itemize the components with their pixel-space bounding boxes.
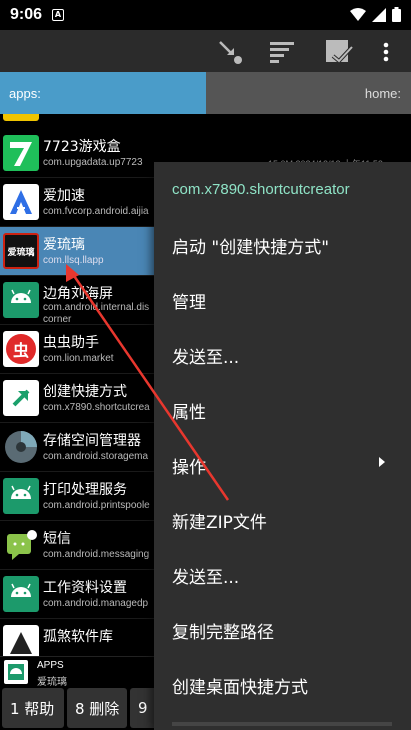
menu-item-label: 操作 (172, 458, 206, 478)
sort-icon[interactable] (268, 38, 296, 66)
app-name: 边角刘海屏 (43, 286, 113, 302)
path-home[interactable]: home: (365, 86, 401, 101)
menu-item-label: 发送至... (172, 348, 240, 368)
app-package: com.llsq.llapp (43, 255, 104, 266)
menu-item-label: 启动 "创建快捷方式" (172, 238, 330, 258)
app-package: com.fvcorp.android.aijia (43, 206, 149, 217)
status-bar: 9:06 A (0, 0, 411, 30)
info-title: APPS (37, 660, 64, 671)
menu-item-launch[interactable]: 启动 "创建快捷方式" (154, 217, 411, 271)
menu-item-label: 属性 (172, 403, 206, 423)
app-name: 打印处理服务 (43, 482, 127, 498)
status-time: 9:06 (10, 6, 43, 23)
app-name: 爱加速 (43, 188, 85, 204)
cut-icon[interactable] (216, 38, 244, 66)
select-all-icon[interactable] (325, 38, 353, 66)
delete-key[interactable]: 8 删除 (67, 688, 127, 728)
app-package-line1: com.android.internal.dis (43, 302, 150, 313)
app-package: com.upgadata.up7723 (43, 157, 143, 168)
app-package: com.android.managedp (43, 598, 149, 609)
storage-manager-icon (3, 429, 39, 465)
app-icon-text: 虫 (6, 334, 36, 364)
partial-app-icon (3, 114, 39, 121)
menu-item-manage[interactable]: 管理 (154, 272, 411, 326)
app-package-line2: corner (43, 314, 72, 325)
app-7723-icon (3, 135, 39, 171)
toolbar (0, 30, 411, 72)
menu-item-label: 复制完整路径 (172, 623, 274, 643)
menu-item-label: 管理 (172, 293, 206, 313)
battery-icon (392, 7, 401, 22)
menu-title: com.x7890.shortcutcreator (172, 181, 350, 198)
help-key[interactable]: 1 帮助 (2, 688, 64, 728)
menu-item-label: 新建ZIP文件 (172, 513, 267, 533)
android-icon (4, 660, 28, 684)
wifi-icon (350, 7, 366, 21)
app-name: 创建快捷方式 (43, 384, 127, 400)
app-package: com.lion.market (43, 353, 114, 364)
app-icon-text: 爱琉璃 (7, 247, 35, 258)
app-aijiasu-icon (3, 184, 39, 220)
app-gusha-icon (3, 625, 39, 656)
submenu-arrow-icon (379, 457, 385, 467)
menu-item-properties[interactable]: 属性 (154, 382, 411, 436)
app-name: 短信 (43, 531, 71, 547)
messaging-icon (3, 527, 39, 563)
menu-item-desktop-shortcut[interactable]: 创建桌面快捷方式 (154, 657, 411, 711)
menu-item-new-zip[interactable]: 新建ZIP文件 (154, 492, 411, 546)
app-name: 孤煞软件库 (43, 629, 113, 645)
app-name: 工作资料设置 (43, 580, 127, 596)
app-chongchong-icon: 虫 (3, 331, 39, 367)
app-package: com.android.printspoole (43, 500, 150, 511)
app-package: com.android.messaging (43, 549, 150, 560)
app-ailiuli-icon: 爱琉璃 (3, 233, 39, 269)
status-icons (350, 7, 401, 22)
path-apps[interactable]: apps: (0, 72, 206, 114)
android-icon (3, 282, 39, 318)
android-icon (3, 576, 39, 612)
path-bar: apps: home: (0, 72, 411, 114)
context-menu: com.x7890.shortcutcreator 启动 "创建快捷方式" 管理… (154, 162, 411, 730)
menu-item-operations[interactable]: 操作 (154, 437, 411, 491)
menu-partial-item (172, 722, 392, 726)
menu-item-label: 创建桌面快捷方式 (172, 678, 308, 698)
app-name: 爱琉璃 (43, 237, 85, 253)
app-name: 虫虫助手 (43, 335, 99, 351)
app-name: 存储空间管理器 (43, 433, 141, 449)
app-shortcut-icon (3, 380, 39, 416)
notification-icon: A (52, 9, 65, 21)
menu-item-send-to-2[interactable]: 发送至... (154, 547, 411, 601)
app-name: 7723游戏盒 (43, 139, 121, 155)
app-package: com.android.internal.dis corner (43, 302, 153, 326)
signal-icon (372, 7, 386, 22)
menu-item-send-to[interactable]: 发送至... (154, 327, 411, 381)
more-vert-icon[interactable] (372, 38, 400, 66)
menu-item-label: 发送至... (172, 568, 240, 588)
menu-item-copy-path[interactable]: 复制完整路径 (154, 602, 411, 656)
app-package: com.android.storagema (43, 451, 149, 462)
android-icon (3, 478, 39, 514)
app-package: com.x7890.shortcutcrea (43, 402, 150, 413)
